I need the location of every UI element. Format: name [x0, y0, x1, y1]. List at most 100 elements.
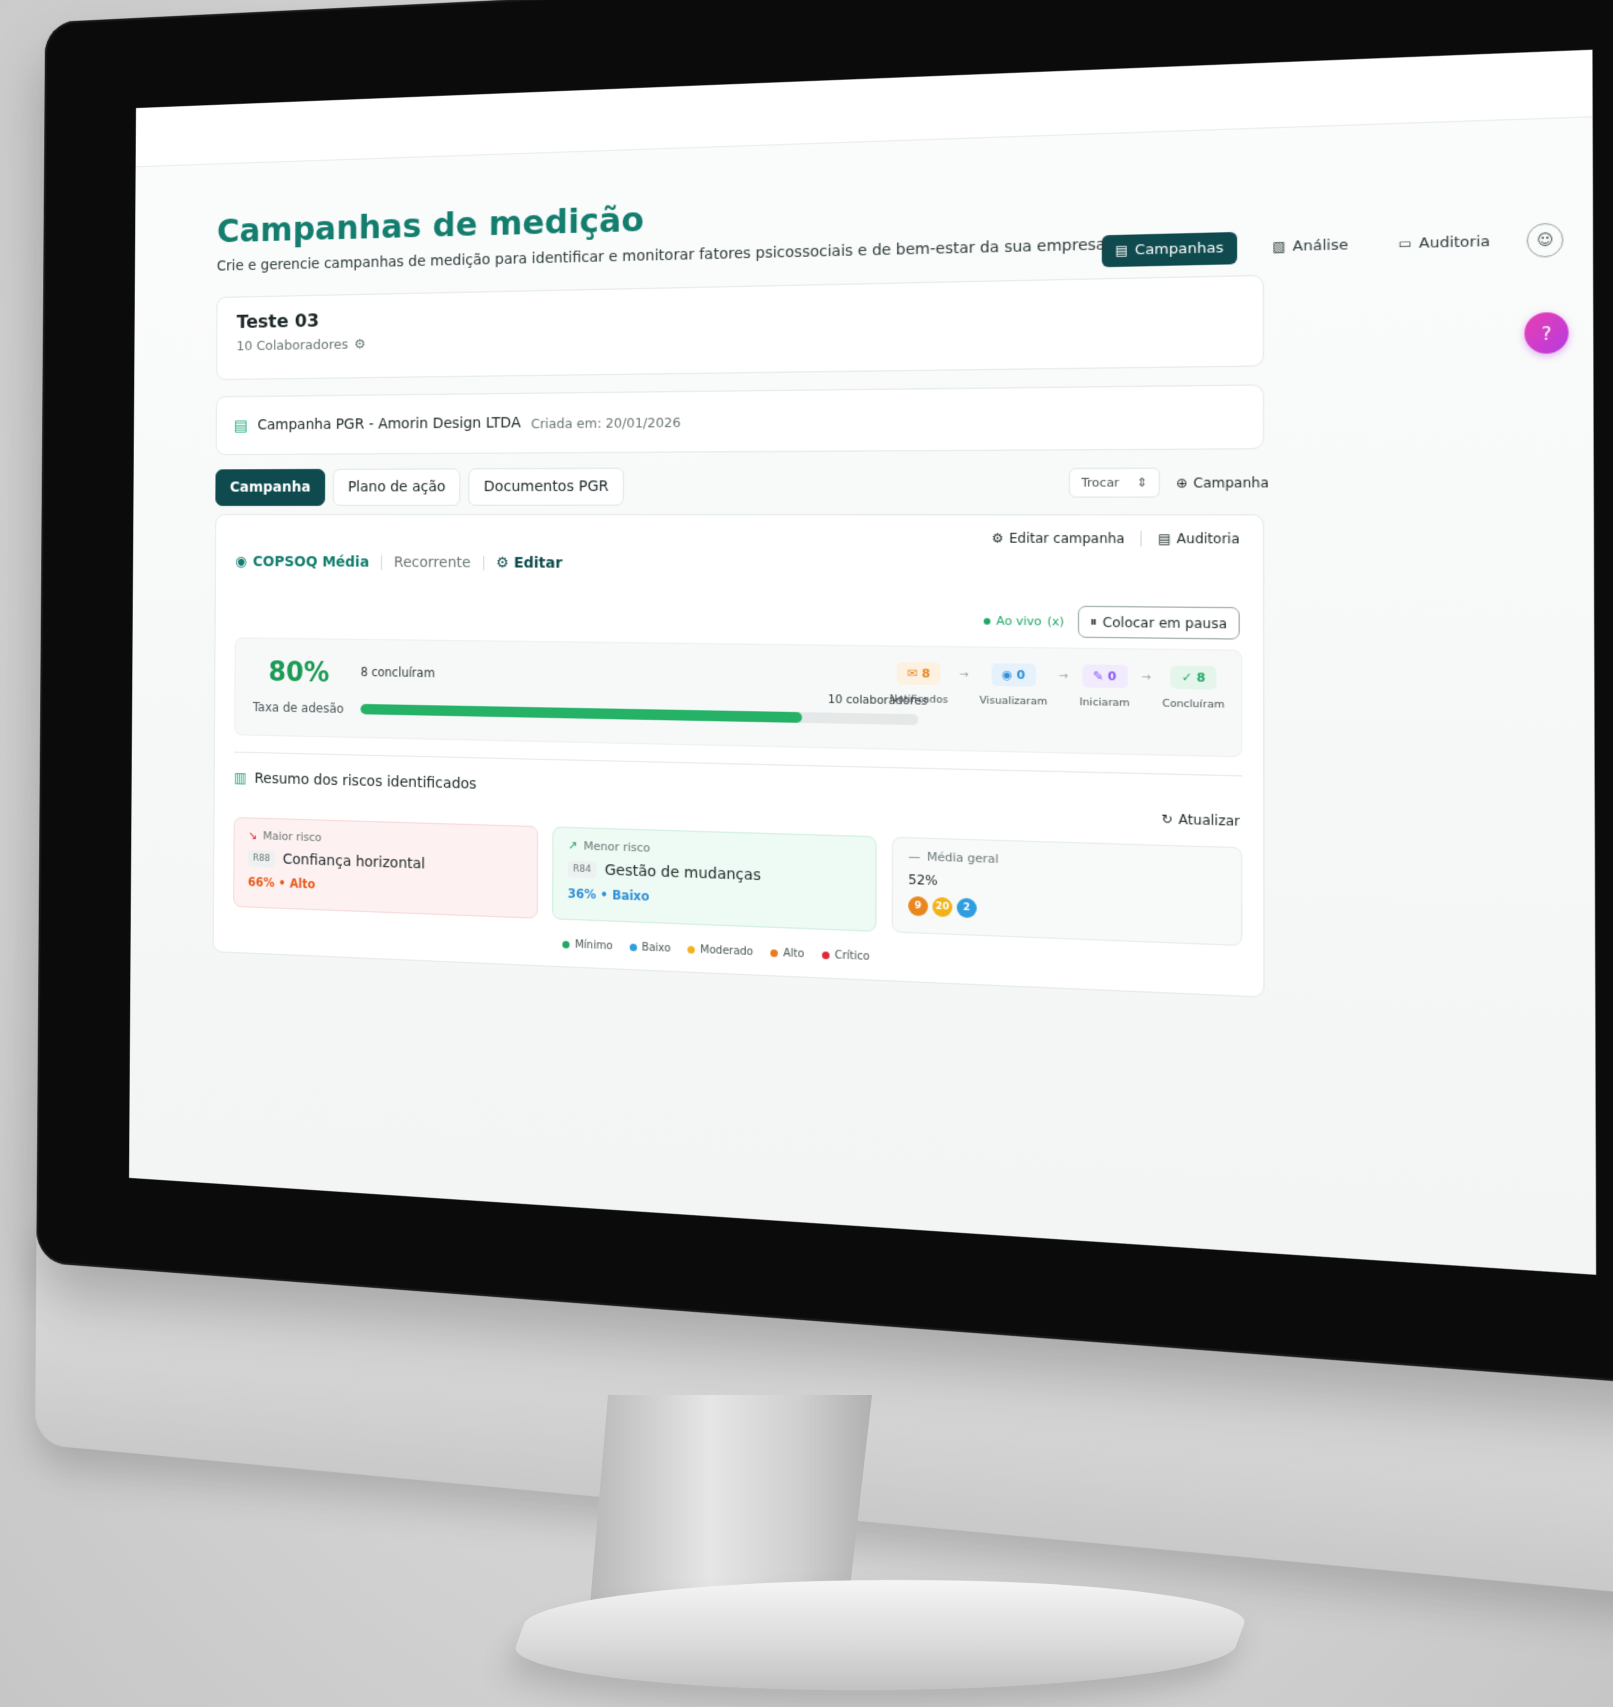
highest-risk-line: R88 Confiança horizontal [247, 850, 523, 876]
clipboard-icon: ▤ [1115, 242, 1129, 259]
funnel-badge-concluded: ✓ 8 [1170, 665, 1217, 690]
help-circle-icon: ? [1541, 322, 1552, 344]
average-risk-kind: — Média geral [908, 849, 1225, 873]
campaign-name: Campanha PGR - Amorin Design LTDA [257, 414, 521, 434]
average-risk-value: 52% [908, 872, 938, 889]
average-risk-kind-label: Média geral [926, 849, 999, 867]
funnel-step-started: ✎ 0 Iniciaram [1080, 664, 1130, 709]
arrow-right-icon: → [1141, 671, 1151, 685]
arrow-right-icon: → [1058, 670, 1069, 683]
clipboard-icon: ▤ [1157, 530, 1171, 547]
method-label: ◉ COPSOQ Média [235, 554, 369, 571]
funnel-value-concluded: 8 [1196, 670, 1206, 686]
legend-item-alto: Alto [770, 947, 804, 960]
plus-circle-icon: ⊕ [1175, 474, 1188, 491]
legend-item-critico: Crítico [821, 949, 870, 964]
nav-analise[interactable]: ▧ Análise [1258, 228, 1362, 263]
pencil-icon: ✎ [1092, 668, 1108, 684]
edit-method-button[interactable]: ⚙ Editar [496, 555, 562, 572]
gear-icon: ⚙ [991, 530, 1004, 546]
team-card[interactable]: Teste 03 10 Colaboradores ⚙ [216, 274, 1265, 381]
monitor-stand-base [499, 1580, 1261, 1690]
funnel-label-concluded: Concluíram [1162, 697, 1225, 712]
monitor-scene: ▤ Campanhas ▧ Análise ▭ Auditoria ☺ ? Ca… [0, 0, 1613, 1707]
user-avatar[interactable]: ☺ [1526, 222, 1564, 258]
tab-campanha[interactable]: Campanha [215, 468, 326, 506]
campaign-switch-select[interactable]: Trocar ⇕ [1068, 467, 1160, 498]
clipboard-icon: ▤ [234, 416, 248, 435]
funnel-badge-viewed: ◉ 0 [991, 663, 1036, 687]
funnel-label-viewed: Visualizaram [979, 694, 1048, 708]
adhesion-label: Taxa de adesão [252, 699, 344, 716]
legend-label: Crítico [834, 949, 870, 964]
lowest-risk-line: R84 Gestão de mudanças [567, 860, 860, 888]
check-circle-icon: ✓ [1181, 670, 1197, 685]
audit-button[interactable]: ▤ Auditoria [1158, 531, 1240, 547]
edit-campaign-label: Editar campanha [1009, 530, 1125, 547]
method-name: COPSOQ Média [252, 553, 370, 571]
average-risk-card: — Média geral 52% 9 20 2 [891, 836, 1243, 947]
nav-auditoria-label: Auditoria [1418, 233, 1491, 252]
main-actions: ⚙ Editar campanha ▤ Auditoria [992, 531, 1240, 547]
adhesion-value: 80% [268, 657, 330, 689]
document-icon: ▧ [1272, 238, 1286, 255]
risk-summary-heading: ▥ Resumo dos riscos identificados [234, 770, 477, 793]
average-risk-badges: 9 20 2 [908, 896, 1225, 927]
funnel-value-viewed: 0 [1016, 667, 1026, 683]
user-icon: ☺ [1536, 231, 1554, 250]
risk-count-badge: 9 [908, 896, 929, 917]
live-status: Ao vivo (x) [984, 614, 1064, 629]
tab-plano-de-acao[interactable]: Plano de ação [333, 468, 461, 506]
legend-dot [562, 940, 570, 949]
adhesion-progress-fill [360, 703, 803, 723]
frequency-label: Recorrente [393, 554, 471, 572]
pause-circle-icon: ⏸ [1090, 613, 1097, 630]
lowest-risk-name: Gestão de mudanças [604, 861, 761, 885]
nav-campanhas[interactable]: ▤ Campanhas [1101, 231, 1238, 267]
status-row: Ao vivo (x) ⏸ Colocar em pausa [984, 605, 1240, 640]
legend-dot [629, 943, 637, 952]
pause-button[interactable]: ⏸ Colocar em pausa [1077, 605, 1240, 640]
refresh-label: Atualizar [1178, 811, 1240, 830]
funnel-badge-notified: ✉ 8 [896, 661, 941, 686]
team-collaborators-label: 10 Colaboradores [236, 337, 349, 355]
edit-campaign-button[interactable]: ⚙ Editar campanha [992, 531, 1125, 547]
risk-summary-title: Resumo dos riscos identificados [254, 770, 477, 793]
campaign-created: Criada em: 20/01/2026 [530, 413, 681, 431]
legend-item-moderado: Moderado [687, 944, 754, 959]
funnel: ✉ 8 Notificados → ◉ 0 Visualizaram → ✎ 0… [890, 661, 1225, 712]
divider [1140, 530, 1142, 547]
monitor-stand-neck [590, 1395, 872, 1605]
campaign-card: ▤ Campanha PGR - Amorin Design LTDA Cria… [215, 384, 1265, 456]
switch-select-label: Trocar [1081, 475, 1120, 490]
app: ▤ Campanhas ▧ Análise ▭ Auditoria ☺ ? Ca… [129, 50, 1596, 1275]
live-count: (x) [1047, 614, 1065, 629]
add-campaign-label: Campanha [1193, 474, 1269, 491]
legend-dot [687, 945, 695, 954]
assistant-fab[interactable]: ? [1524, 311, 1569, 354]
gear-icon[interactable]: ⚙ [354, 337, 366, 353]
tab-documentos-pgr[interactable]: Documentos PGR [468, 467, 625, 506]
monitor-screen: ▤ Campanhas ▧ Análise ▭ Auditoria ☺ ? Ca… [129, 49, 1597, 1275]
chevron-updown-icon: ⇕ [1136, 475, 1148, 490]
highest-risk-card[interactable]: ↘ Maior risco R88 Confiança horizontal 6… [233, 816, 539, 919]
audit-label: Auditoria [1176, 530, 1240, 547]
lowest-risk-kind: ↗ Menor risco [568, 839, 860, 862]
lowest-risk-card[interactable]: ↗ Menor risco R84 Gestão de mudanças 36%… [552, 826, 877, 932]
refresh-button[interactable]: ↻ Atualizar [1161, 811, 1240, 829]
highest-risk-kind-label: Maior risco [262, 829, 322, 845]
nav-auditoria[interactable]: ▭ Auditoria [1384, 225, 1505, 261]
legend-item-minimo: Mínimo [562, 939, 613, 953]
trending-up-icon: ↗ [567, 838, 578, 853]
legend-label: Mínimo [574, 939, 613, 953]
add-campaign-button[interactable]: ⊕ Campanha [1176, 474, 1269, 490]
highest-risk-name: Confiança horizontal [282, 851, 426, 873]
top-nav: ▤ Campanhas ▧ Análise ▭ Auditoria ☺ [1101, 222, 1564, 268]
legend-label: Moderado [700, 944, 754, 959]
divider [482, 555, 484, 571]
bar-chart-icon: ▥ [233, 769, 247, 787]
minus-icon: — [908, 849, 921, 864]
legend-label: Baixo [641, 941, 671, 955]
funnel-badge-started: ✎ 0 [1081, 664, 1128, 689]
eye-icon: ◉ [1001, 667, 1017, 683]
